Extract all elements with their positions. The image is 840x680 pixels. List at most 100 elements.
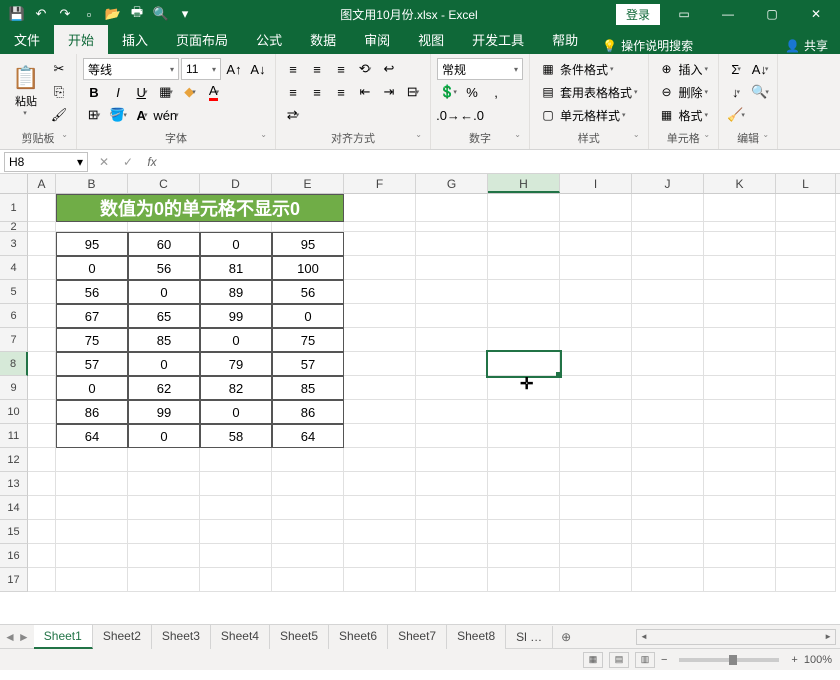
cell-C2[interactable] [128, 222, 200, 232]
comma-button[interactable]: , [485, 81, 507, 103]
cell-K15[interactable] [704, 520, 776, 544]
cell-L11[interactable] [776, 424, 836, 448]
clear-button[interactable]: 🧹▾ [725, 104, 747, 126]
insert-cells-button[interactable]: ⊕插入▾ [655, 58, 713, 80]
title-merged-cell[interactable]: 数值为0的单元格不显示0 [56, 194, 344, 222]
cell-J4[interactable] [632, 256, 704, 280]
row-header-17[interactable]: 17 [0, 568, 28, 592]
cell-I5[interactable] [560, 280, 632, 304]
cell-A1[interactable] [28, 194, 56, 222]
col-header-F[interactable]: F [344, 174, 416, 193]
cell-E12[interactable] [272, 448, 344, 472]
cell-I10[interactable] [560, 400, 632, 424]
select-all-corner[interactable] [0, 174, 28, 193]
orientation-button[interactable]: ⟲▾ [354, 58, 376, 80]
merge-button[interactable]: ⊟▾ [402, 81, 424, 103]
align-bottom-button[interactable]: ≡ [330, 58, 352, 80]
tab-help[interactable]: 帮助 [538, 25, 592, 54]
cell-F12[interactable] [344, 448, 416, 472]
cell-K6[interactable] [704, 304, 776, 328]
tab-formulas[interactable]: 公式 [242, 25, 296, 54]
cell-L13[interactable] [776, 472, 836, 496]
fx-icon[interactable]: fx [140, 152, 164, 172]
cell-K14[interactable] [704, 496, 776, 520]
cell-K13[interactable] [704, 472, 776, 496]
cell-H1[interactable] [488, 194, 560, 222]
cell-H17[interactable] [488, 568, 560, 592]
cell-K8[interactable] [704, 352, 776, 376]
cell-J2[interactable] [632, 222, 704, 232]
format-as-table-button[interactable]: ▤套用表格格式▾ [536, 81, 642, 103]
cell-F16[interactable] [344, 544, 416, 568]
col-header-C[interactable]: C [128, 174, 200, 193]
cell-G14[interactable] [416, 496, 488, 520]
accounting-button[interactable]: 💲▾ [437, 81, 459, 103]
cell-I15[interactable] [560, 520, 632, 544]
cell-J9[interactable] [632, 376, 704, 400]
preview-icon[interactable]: 🔍 [150, 3, 172, 25]
cell-E5[interactable]: 56 [272, 280, 344, 304]
cell-B17[interactable] [56, 568, 128, 592]
cell-D5[interactable]: 89 [200, 280, 272, 304]
share-button[interactable]: 👤 共享 [773, 37, 840, 54]
cell-G1[interactable] [416, 194, 488, 222]
horizontal-scrollbar[interactable] [636, 629, 836, 645]
row-header-12[interactable]: 12 [0, 448, 28, 472]
col-header-H[interactable]: H [488, 174, 560, 193]
sheet-tab-Sheet6[interactable]: Sheet6 [329, 625, 388, 649]
row-header-11[interactable]: 11 [0, 424, 28, 448]
find-button[interactable]: 🔍▾ [749, 81, 771, 103]
cell-D12[interactable] [200, 448, 272, 472]
tab-developer[interactable]: 开发工具 [458, 25, 538, 54]
cell-C12[interactable] [128, 448, 200, 472]
cell-H12[interactable] [488, 448, 560, 472]
quickprint-icon[interactable]: 🖶 [126, 3, 148, 25]
cell-J16[interactable] [632, 544, 704, 568]
cell-D8[interactable]: 79 [200, 352, 272, 376]
cell-D7[interactable]: 0 [200, 328, 272, 352]
sheet-nav-last-icon[interactable]: ► [18, 630, 30, 644]
format-painter-button[interactable]: 🖌 [48, 104, 70, 126]
cell-J1[interactable] [632, 194, 704, 222]
cell-H4[interactable] [488, 256, 560, 280]
cell-D14[interactable] [200, 496, 272, 520]
cell-B4[interactable]: 0 [56, 256, 128, 280]
cell-I7[interactable] [560, 328, 632, 352]
sheet-tab-Sheet3[interactable]: Sheet3 [152, 625, 211, 649]
zoom-out-button[interactable]: − [661, 654, 667, 666]
sheet-tab-Sheet1[interactable]: Sheet1 [34, 625, 93, 649]
qat-more-icon[interactable]: ▾ [174, 3, 196, 25]
page-layout-view-button[interactable]: ▤ [609, 652, 629, 668]
wrap-text-button[interactable]: ↩ [378, 58, 400, 80]
cell-K16[interactable] [704, 544, 776, 568]
cell-L12[interactable] [776, 448, 836, 472]
ribbon-options-icon[interactable]: ▭ [664, 0, 704, 28]
cell-D11[interactable]: 58 [200, 424, 272, 448]
cell-H13[interactable] [488, 472, 560, 496]
cell-B5[interactable]: 56 [56, 280, 128, 304]
cell-B3[interactable]: 95 [56, 232, 128, 256]
cell-A2[interactable] [28, 222, 56, 232]
cell-H16[interactable] [488, 544, 560, 568]
cell-G7[interactable] [416, 328, 488, 352]
font-name-combo[interactable]: 等线▾ [83, 58, 179, 80]
cell-styles-button[interactable]: ▢单元格样式▾ [536, 104, 630, 126]
sheet-more[interactable]: Sl … [506, 626, 553, 648]
cell-E2[interactable] [272, 222, 344, 232]
zoom-slider[interactable] [679, 658, 779, 662]
cell-A7[interactable] [28, 328, 56, 352]
font-color-button[interactable]: A▾ [203, 81, 225, 103]
cell-F4[interactable] [344, 256, 416, 280]
cell-J14[interactable] [632, 496, 704, 520]
new-icon[interactable]: ▫ [78, 3, 100, 25]
cell-B13[interactable] [56, 472, 128, 496]
cell-J3[interactable] [632, 232, 704, 256]
cell-A12[interactable] [28, 448, 56, 472]
cell-L15[interactable] [776, 520, 836, 544]
cell-A11[interactable] [28, 424, 56, 448]
name-box[interactable]: H8▾ [4, 152, 88, 172]
close-icon[interactable]: ✕ [796, 0, 836, 28]
cell-A14[interactable] [28, 496, 56, 520]
tab-file[interactable]: 文件 [0, 25, 54, 54]
sort-button[interactable]: A↓▾ [749, 58, 771, 80]
